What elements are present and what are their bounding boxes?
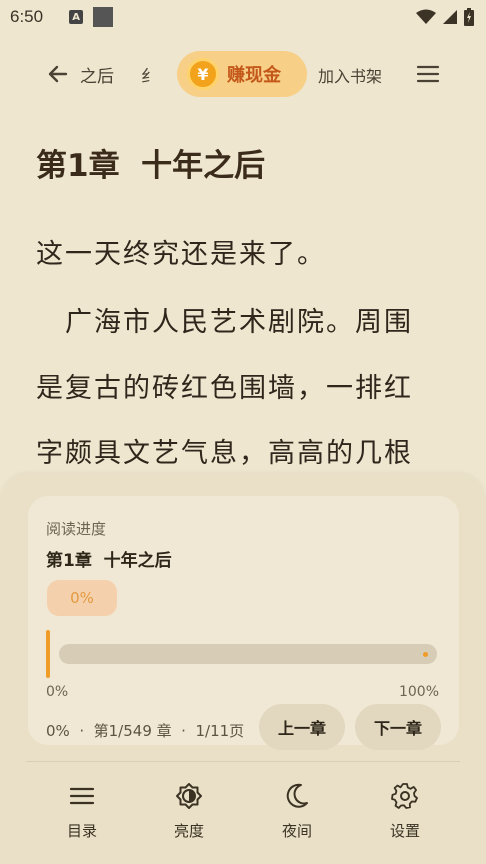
nav-label-contents: 目录 bbox=[66, 822, 97, 840]
battery-icon bbox=[464, 8, 474, 26]
progress-slider[interactable] bbox=[59, 644, 437, 664]
progress-min-label: 0% bbox=[46, 684, 69, 700]
chapter-heading: 第1章 十年之后 bbox=[36, 148, 266, 184]
next-chapter-button[interactable]: 下一章 bbox=[355, 704, 441, 750]
panel-divider bbox=[26, 761, 460, 762]
bottom-nav: 目录 亮度 夜间 设置 bbox=[0, 774, 486, 854]
nav-item-night-mode[interactable]: 夜间 bbox=[257, 774, 337, 854]
progress-end-dot bbox=[423, 652, 428, 657]
nav-item-settings[interactable]: 设置 bbox=[365, 774, 445, 854]
status-time: 6:50 bbox=[10, 7, 44, 26]
nav-item-brightness[interactable]: 亮度 bbox=[149, 774, 229, 854]
signal-icon bbox=[442, 9, 458, 25]
add-to-bookshelf-button[interactable]: 加入书架 bbox=[318, 63, 382, 87]
text-line: 这一天终究还是来了。 bbox=[36, 239, 326, 270]
status-indicators bbox=[416, 8, 474, 26]
nav-label-brightness: 亮度 bbox=[173, 822, 204, 840]
progress-percent-badge: 0% bbox=[47, 580, 117, 616]
coin-icon: ¥ bbox=[187, 58, 219, 90]
list-icon bbox=[69, 787, 95, 805]
reading-progress-card: 阅读进度 第1章 十年之后 0% 0% 100% 0% · 第1/549 章 ·… bbox=[28, 496, 459, 750]
nav-label-night-mode: 夜间 bbox=[281, 822, 312, 840]
reader-settings-panel: 阅读进度 第1章 十年之后 0% 0% 100% 0% · 第1/549 章 ·… bbox=[0, 474, 486, 864]
text-line: 广海市人民艺术剧院。周围 bbox=[36, 307, 413, 338]
progress-label: 阅读进度 bbox=[46, 520, 107, 538]
moon-icon bbox=[286, 783, 308, 808]
wifi-icon bbox=[416, 9, 436, 25]
earn-cash-button[interactable]: ¥ 赚现金 bbox=[177, 51, 307, 97]
text-line: 字颇具文艺气息，高高的几根 bbox=[36, 438, 413, 469]
progress-chapter-title: 第1章 十年之后 bbox=[46, 551, 172, 571]
progress-summary: 0% · 第1/549 章 · 1/11页 bbox=[46, 722, 245, 740]
reader-top-bar: 之后 纟 ¥ 赚现金 加入书架 bbox=[0, 48, 486, 100]
nav-item-contents[interactable]: 目录 bbox=[42, 774, 122, 854]
earn-cash-label: 赚现金 bbox=[227, 65, 281, 86]
nav-label-settings: 设置 bbox=[389, 822, 420, 840]
chapter-title-marquee: 之后 纟 bbox=[80, 67, 155, 87]
previous-chapter-button[interactable]: 上一章 bbox=[259, 704, 345, 750]
status-bar: 6:50 A bbox=[0, 0, 486, 34]
back-arrow-icon[interactable] bbox=[44, 60, 72, 88]
notification-square-icon bbox=[93, 7, 114, 27]
menu-icon[interactable] bbox=[416, 62, 440, 86]
text-line: 是复古的砖红色围墙，一排红 bbox=[36, 373, 413, 404]
progress-max-label: 100% bbox=[398, 684, 439, 700]
progress-thumb[interactable] bbox=[46, 630, 50, 678]
gear-icon bbox=[391, 783, 418, 809]
notification-a-icon: A bbox=[69, 10, 84, 24]
brightness-icon bbox=[176, 783, 202, 809]
